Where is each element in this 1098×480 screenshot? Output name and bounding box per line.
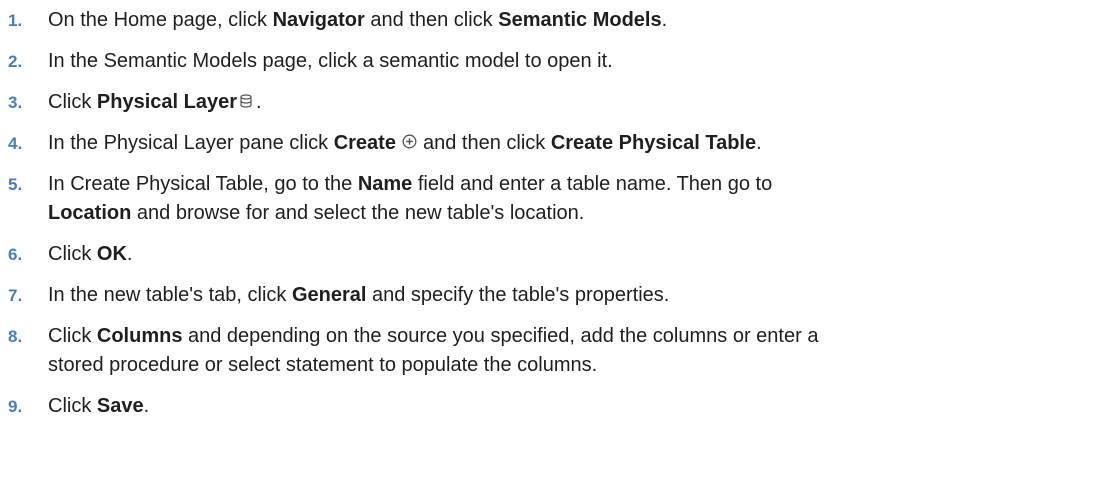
step-number: 7. [8,286,23,305]
step-text: stored procedure or select statement to … [48,354,598,376]
step-bold-term: Columns [96,325,183,347]
step-text: In Create Physical Table, go to the [48,173,358,195]
step-bold-term: Name [357,173,413,195]
step-7: 7. In the new table's tab, click General… [0,281,1098,310]
step-text: In the Physical Layer pane click [48,132,334,154]
step-bold-term: OK [96,243,127,265]
step-text: In the new table's tab, click [48,284,292,306]
step-text: field and enter a table name. Then go to [412,173,773,195]
step-bold-term: Navigator [272,9,365,31]
plus-circle-icon [402,134,417,149]
step-text: Click [48,325,97,347]
step-text: . [126,243,133,265]
step-bold-term: Semantic Models [498,9,662,31]
step-4: 4. In the Physical Layer pane click Crea… [0,129,1098,158]
step-text: . [756,132,762,154]
step-text: . [143,395,150,417]
step-text: Click [48,243,97,265]
step-number: 3. [8,93,23,112]
step-number: 4. [8,134,23,153]
database-icon [240,94,252,108]
step-number: 6. [8,245,23,264]
step-text: and depending on the source you specifie… [182,325,819,347]
step-bold-term: Physical Layer [96,91,237,113]
step-1: 1. On the Home page, click Navigator and… [0,6,1098,35]
step-bold-term: Location [48,202,132,224]
step-number: 1. [8,11,23,30]
step-text: and then click [364,9,499,31]
instruction-steps: 1. On the Home page, click Navigator and… [0,0,1098,421]
step-bold-term: General [291,284,367,306]
step-text: In the Semantic Models page, click a sem… [48,50,613,72]
step-5: 5. In Create Physical Table, go to the N… [0,170,1098,228]
step-8: 8. Click Columns and depending on the so… [0,322,1098,380]
step-text: Click [48,395,97,417]
step-bold-term: Create [333,132,396,154]
step-3: 3. Click Physical Layer. [0,88,1098,117]
step-2: 2. In the Semantic Models page, click a … [0,47,1098,76]
step-text: . [661,9,668,31]
step-number: 8. [8,327,23,346]
step-text: and specify the table's properties. [366,284,670,306]
step-text: and then click [422,132,551,154]
step-text: On the Home page, click [48,9,273,31]
step-text: . [255,91,262,113]
step-bold-term: Create Physical Table [550,132,757,154]
step-text: and browse for and select the new table'… [131,202,585,224]
step-bold-term: Save [96,395,144,417]
step-number: 9. [8,397,23,416]
step-number: 2. [8,52,23,71]
step-9: 9. Click Save. [0,392,1098,421]
step-6: 6. Click OK. [0,240,1098,269]
step-text: Click [48,91,97,113]
step-number: 5. [8,175,23,194]
